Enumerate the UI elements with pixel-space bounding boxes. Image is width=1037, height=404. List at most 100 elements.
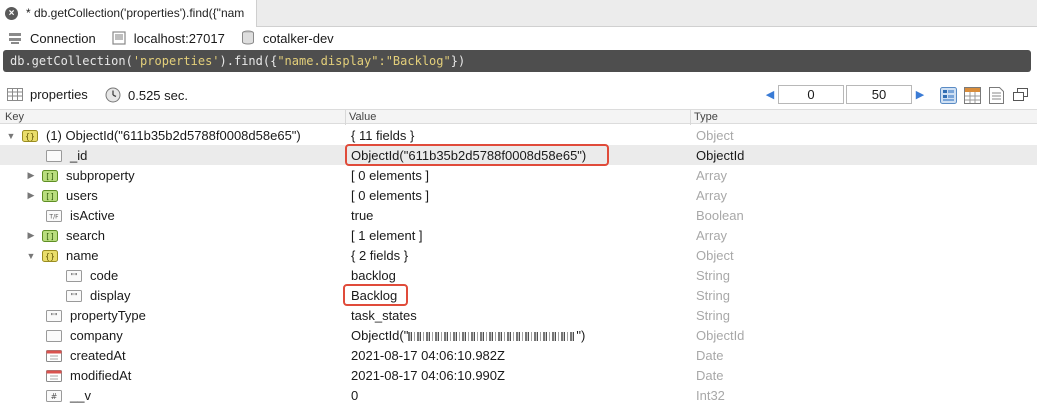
limit-input[interactable]: 50 [846,85,912,104]
field-row-code[interactable]: "" code backlog String [0,265,1037,285]
query-collection: 'properties' [132,54,220,68]
field-row-search[interactable]: ▶ [] search [ 1 element ] Array [0,225,1037,245]
row-type: String [696,308,730,323]
row-type: Date [696,368,724,383]
pager: ◀ 0 50 ▶ [763,85,927,104]
row-type: Array [696,168,728,183]
row-type: Object [696,128,734,143]
svg-text:[]: [] [45,232,55,241]
row-value-suffix: ") [576,328,586,343]
date-icon [46,370,62,382]
host-item[interactable]: localhost:27017 [112,31,225,46]
results-toolbar: properties 0.525 sec. ◀ 0 50 ▶ [0,83,1037,107]
row-value: backlog [351,268,396,283]
database-label: cotalker-dev [262,30,334,46]
field-row-isactive[interactable]: T/F isActive true Boolean [0,205,1037,225]
expand-open-icon[interactable]: ▼ [26,251,36,261]
table-icon [7,88,23,101]
tree-view-button[interactable] [939,86,957,104]
row-value: ObjectId(" ") [351,328,585,343]
detach-button[interactable] [1011,86,1029,104]
host-label: localhost:27017 [133,30,225,46]
row-key: modifiedAt [70,368,132,383]
column-divider[interactable] [345,110,346,125]
redacted-value [408,332,577,342]
row-key: users [66,188,98,203]
expand-closed-icon[interactable]: ▶ [26,190,36,201]
connection-icon [9,33,21,44]
collection-info: properties [7,87,88,102]
query-suffix: }) [450,54,466,68]
svg-text:"": "" [50,312,57,321]
column-divider[interactable] [690,110,691,125]
row-key: createdAt [70,348,126,363]
collection-name: properties [30,87,88,102]
query-editor[interactable]: db.getCollection('properties').find({"na… [3,50,1031,72]
query-tab[interactable]: × * db.getCollection('properties').find(… [0,0,257,27]
text-view-button[interactable] [987,86,1005,104]
boolean-icon: T/F [46,209,62,222]
detach-window-icon [1012,88,1028,101]
object-icon: {} [42,249,58,262]
tree-view-icon [939,86,957,104]
field-row-subproperty[interactable]: ▶ [] subproperty [ 0 elements ] Array [0,165,1037,185]
prev-page-icon[interactable]: ◀ [763,88,777,101]
row-type: Int32 [696,388,725,403]
column-header-key[interactable]: Key [5,111,24,123]
column-header-value[interactable]: Value [349,111,376,123]
field-row-v[interactable]: # __v 0 Int32 [0,385,1037,404]
svg-text:[]: [] [45,192,55,201]
field-row-company[interactable]: company ObjectId(" ") ObjectId [0,325,1037,345]
row-value: [ 1 element ] [351,228,423,243]
string-icon: "" [66,269,82,282]
row-type: ObjectId [696,148,745,163]
expand-closed-icon[interactable]: ▶ [26,170,36,181]
row-value: 0 [351,388,359,403]
svg-text:"": "" [70,272,77,281]
field-row-display[interactable]: "" display Backlog String [0,284,1037,306]
results-tree: ▼ {} (1) ObjectId("611b35b2d5788f0008d58… [0,125,1037,404]
server-icon [112,31,126,45]
expand-open-icon[interactable]: ▼ [6,131,16,141]
row-key: name [66,248,99,263]
field-row-propertytype[interactable]: "" propertyType task_states String [0,305,1037,325]
expand-closed-icon[interactable]: ▶ [26,230,36,241]
row-key: isActive [70,208,115,223]
next-page-icon[interactable]: ▶ [913,88,927,101]
close-tab-icon[interactable]: × [5,7,18,20]
connection-item[interactable]: Connection [8,31,96,46]
row-type: String [696,288,730,303]
row-value: 2021-08-17 04:06:10.990Z [351,368,505,383]
field-row-id[interactable]: _id ObjectId("611b35b2d5788f0008d58e65")… [0,144,1037,166]
field-row-createdat[interactable]: createdAt 2021-08-17 04:06:10.982Z Date [0,345,1037,365]
field-row-users[interactable]: ▶ [] users [ 0 elements ] Array [0,185,1037,205]
row-key: subproperty [66,168,135,183]
tab-title: * db.getCollection('properties').find({"… [26,6,245,20]
row-value: true [351,208,374,223]
text-view-icon [988,86,1004,104]
view-mode-switcher [939,86,1035,104]
string-icon: "" [46,309,62,322]
query-prefix: db.getCollection( [10,54,133,68]
column-header-type[interactable]: Type [694,111,718,123]
highlight-box [345,144,609,166]
row-key: propertyType [70,308,146,323]
row-key: __v [70,388,91,403]
field-row-modifiedat[interactable]: modifiedAt 2021-08-17 04:06:10.990Z Date [0,365,1037,385]
database-item[interactable]: cotalker-dev [241,30,334,46]
query-mid: ).find({ [219,54,278,68]
document-row[interactable]: ▼ {} (1) ObjectId("611b35b2d5788f0008d58… [0,125,1037,145]
row-type: Array [696,188,728,203]
row-value: [ 0 elements ] [351,188,430,203]
skip-input[interactable]: 0 [778,85,844,104]
row-value-prefix: ObjectId(" [351,328,409,343]
field-row-name[interactable]: ▼ {} name { 2 fields } Object [0,245,1037,265]
results-table-header: Key Value Type [0,109,1037,125]
row-type: String [696,268,730,283]
connection-bar: Connection localhost:27017 cotalker-dev [0,28,1037,48]
row-value: { 2 fields } [351,248,409,263]
array-icon: [] [42,189,58,202]
svg-text:{}: {} [25,132,35,141]
table-view-button[interactable] [963,86,981,104]
row-type: Boolean [696,208,744,223]
